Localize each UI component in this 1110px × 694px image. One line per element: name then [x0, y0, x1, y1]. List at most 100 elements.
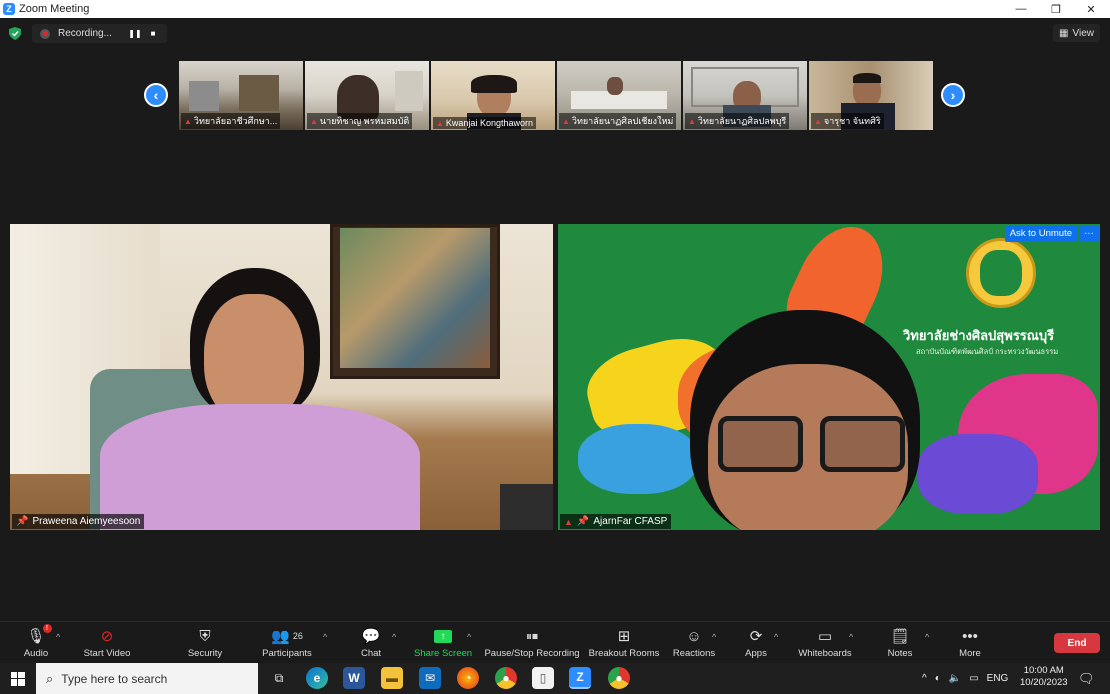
apps-options-caret[interactable]: ^	[774, 632, 778, 642]
thumbnail-name: ▲ Kwanjai Kongthaworn	[433, 117, 536, 129]
task-view-icon[interactable]: ⧉	[268, 667, 290, 689]
volume-icon[interactable]: 🔈	[949, 673, 961, 684]
meet-now-icon[interactable]: ◐	[935, 673, 941, 684]
participant-thumbnail[interactable]: ▲ Kwanjai Kongthaworn	[431, 61, 555, 130]
video-off-icon: ⊘	[100, 628, 114, 645]
recording-indicator: Recording... ❚❚ ■	[32, 24, 167, 43]
file-explorer-icon[interactable]: ▬	[381, 667, 403, 689]
whiteboards-options-caret[interactable]: ^	[849, 632, 853, 642]
thumbnail-name: ▲ วิทยาลัยอาชีวศึกษา...	[181, 113, 281, 129]
participant-thumbnail[interactable]: ▲ วิทยาลัยอาชีวศึกษา...	[179, 61, 303, 130]
tray-chevron-icon[interactable]: ^	[922, 673, 927, 684]
windows-start-button[interactable]	[0, 663, 36, 694]
view-label: View	[1072, 27, 1095, 39]
prev-page-button[interactable]: ‹	[144, 83, 168, 107]
chat-options-caret[interactable]: ^	[392, 632, 396, 642]
participant-thumbnail[interactable]: ▲ วิทยาลัยนาฏศิลปลพบุรี	[683, 61, 807, 130]
video-tile-ajarnfar[interactable]: วิทยาลัยช่างศิลปสุพรรณบุรี สถาบันบัณฑิตพ…	[558, 224, 1100, 530]
chrome-icon[interactable]: ●	[495, 667, 517, 689]
close-button[interactable]: ✕	[1073, 0, 1109, 18]
more-button[interactable]: ••• More	[930, 626, 1010, 660]
apps-icon: ⟳	[749, 628, 763, 645]
end-meeting-button[interactable]: End	[1054, 633, 1100, 653]
mail-icon[interactable]: ✉	[419, 667, 441, 689]
microphone-icon: 🎙!	[26, 624, 52, 646]
grid-view-icon: ▦	[1059, 27, 1069, 39]
mic-muted-icon: ▲	[436, 118, 444, 128]
meeting-stage: Recording... ❚❚ ■ ▦ View ‹ › ▲ วิทยาลัยอา…	[0, 18, 1110, 621]
system-tray: ^ ◐ 🔈 ▭ ENG	[922, 663, 1008, 694]
notifications-icon[interactable]: 🗨	[1078, 663, 1095, 694]
mic-muted-icon: ▲	[814, 116, 822, 126]
thumbnail-name: ▲ จารุชา จันทศิริ	[811, 113, 884, 129]
participants-options-caret[interactable]: ^	[323, 632, 327, 642]
thumbnail-name: ▲ วิทยาลัยนาฏศิลปลพบุรี	[685, 113, 790, 129]
tile-more-options-button[interactable]: ···	[1079, 225, 1099, 242]
pause-stop-recording-button[interactable]: ⏸⏹ Pause/Stop Recording	[484, 626, 580, 660]
participants-icon: 👥 26	[271, 628, 303, 645]
notes-icon: 🗒	[890, 628, 910, 645]
next-page-button[interactable]: ›	[941, 83, 965, 107]
participant-thumbnail[interactable]: ▲ จารุชา จันทศิริ	[809, 61, 933, 130]
pause-stop-icon: ⏸⏹	[525, 628, 538, 643]
title-bar: Z Zoom Meeting — ❐ ✕	[0, 0, 1110, 18]
share-options-caret[interactable]: ^	[467, 632, 471, 642]
security-shield-icon: ⛨	[199, 627, 211, 645]
zoom-taskbar-icon[interactable]: Z	[569, 667, 591, 689]
stop-recording-button[interactable]: ■	[146, 27, 160, 41]
edge-icon[interactable]: e	[306, 667, 328, 689]
tile-name-label: 📌 Praweena Aiemyeesoon	[12, 514, 145, 529]
breakout-rooms-icon: ⊞	[617, 628, 631, 645]
ask-to-unmute-button[interactable]: Ask to Unmute	[1004, 225, 1077, 242]
taskbar-search-box[interactable]: ⌕ Type here to search	[36, 663, 258, 694]
chrome-profile-icon[interactable]: ●	[608, 667, 630, 689]
mic-muted-icon: ▲	[184, 116, 192, 126]
share-screen-button[interactable]: ↑ Share Screen	[403, 626, 483, 659]
network-icon[interactable]: ▭	[969, 673, 978, 684]
pin-icon: 📌	[576, 516, 590, 527]
view-button[interactable]: ▦ View	[1053, 24, 1100, 42]
notepad-icon[interactable]: ▯	[532, 667, 554, 689]
security-button[interactable]: ⛨ Security	[165, 626, 245, 660]
participant-thumbnail[interactable]: ▲ นายทิชาญ พรหมสมบัติ	[305, 61, 429, 130]
share-screen-icon: ↑	[434, 626, 452, 646]
search-icon: ⌕	[46, 670, 54, 686]
thumbnail-strip: ▲ วิทยาลัยอาชีวศึกษา... ▲ นายทิชาญ พรหมสมบ…	[179, 61, 933, 130]
apps-button[interactable]: ⟳ Apps	[716, 626, 796, 659]
college-logo-subtext: สถาบันบัณฑิตพัฒนศิลป์ กระทรวงวัฒนธรรม	[916, 347, 1059, 356]
recording-dot-icon	[40, 28, 50, 39]
notes-button[interactable]: 🗒 Notes	[860, 626, 940, 659]
restore-button[interactable]: ❐	[1038, 0, 1074, 18]
participants-button[interactable]: 👥 26 Participants	[247, 626, 327, 659]
whiteboard-icon: ▭	[817, 628, 833, 645]
more-dots-icon: •••	[962, 627, 978, 645]
recording-label: Recording...	[58, 28, 112, 39]
encryption-shield-icon[interactable]	[9, 27, 21, 40]
system-clock[interactable]: 10:00 AM 10/20/2023	[1020, 665, 1068, 689]
breakout-rooms-button[interactable]: ⊞ Breakout Rooms	[584, 626, 664, 659]
video-tile-praweena[interactable]: 📌 Praweena Aiemyeesoon	[10, 224, 553, 530]
chat-button[interactable]: 💬 Chat	[331, 626, 411, 659]
whiteboards-button[interactable]: ▭ Whiteboards	[785, 626, 865, 659]
thumbnail-name: ▲ วิทยาลัยนาฏศิลปเชียงใหม่	[559, 113, 677, 129]
tile-name-label: ▲ 📌 AjarnFar CFASP	[560, 514, 672, 529]
chat-bubble-icon: 💬	[361, 628, 381, 645]
meeting-toolbar: 🎙! Audio ^ ⊘ Start Video ⛨ Security 👥 26 …	[0, 621, 1110, 663]
minimize-button[interactable]: —	[1003, 0, 1039, 18]
thumbnail-name: ▲ นายทิชาญ พรหมสมบัติ	[307, 113, 413, 129]
word-icon[interactable]: W	[343, 667, 365, 689]
mic-muted-icon: ▲	[310, 116, 318, 126]
reactions-icon: ☺	[686, 627, 702, 645]
pause-recording-button[interactable]: ❚❚	[128, 27, 142, 41]
zoom-logo-icon: Z	[3, 3, 15, 15]
pin-icon: 📌	[16, 516, 29, 527]
notes-options-caret[interactable]: ^	[925, 632, 929, 642]
audio-button[interactable]: 🎙! Audio	[0, 624, 76, 659]
participant-thumbnail[interactable]: ▲ วิทยาลัยนาฏศิลปเชียงใหม่	[557, 61, 681, 130]
language-indicator[interactable]: ENG	[987, 673, 1009, 684]
audio-options-caret[interactable]: ^	[56, 632, 60, 642]
firefox-icon[interactable]: ◔	[457, 667, 479, 689]
window-title: Zoom Meeting	[19, 3, 90, 15]
start-video-button[interactable]: ⊘ Start Video	[67, 626, 147, 659]
mic-muted-icon: ▲	[562, 116, 570, 126]
